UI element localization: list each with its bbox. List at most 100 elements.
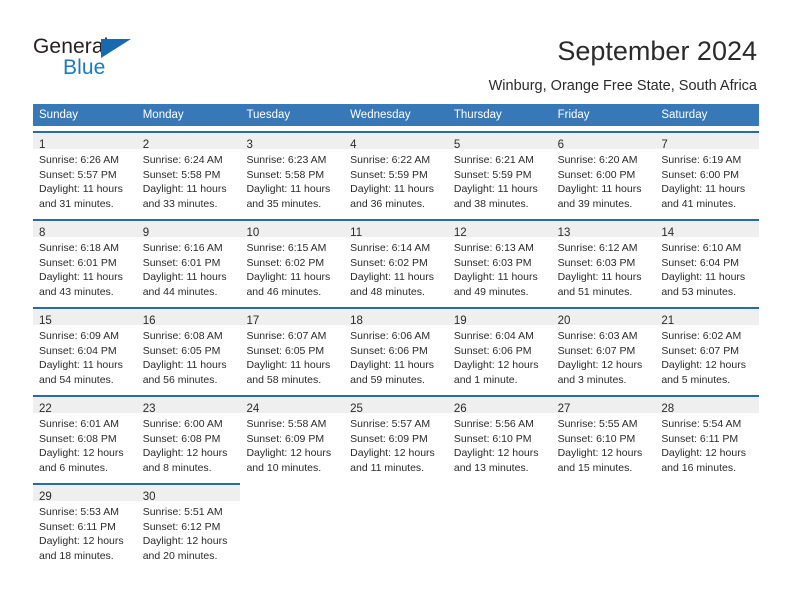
daylight-text-line1: Daylight: 11 hours bbox=[39, 271, 123, 284]
day-number-band: 20 bbox=[551, 309, 656, 327]
sunrise-text: Sunrise: 6:15 AM bbox=[246, 242, 327, 254]
day-number: 30 bbox=[142, 491, 156, 503]
day-cell[interactable]: 18 Sunrise: 6:06 AM Sunset: 6:06 PM Dayl… bbox=[344, 307, 448, 390]
sunset-text: Sunset: 6:12 PM bbox=[142, 520, 221, 533]
daylight-text-line1: Daylight: 11 hours bbox=[246, 183, 331, 196]
day-cell[interactable]: 23 Sunrise: 6:00 AM Sunset: 6:08 PM Dayl… bbox=[136, 395, 241, 478]
day-cell[interactable]: 30 Sunrise: 5:51 AM Sunset: 6:12 PM Dayl… bbox=[136, 483, 241, 566]
day-number: 14 bbox=[661, 227, 675, 239]
day-number-band: 4 bbox=[344, 133, 448, 151]
daylight-text-line1: Daylight: 11 hours bbox=[350, 183, 435, 196]
day-details: Sunrise: 6:18 AM Sunset: 6:01 PM Dayligh… bbox=[33, 237, 137, 299]
sunrise-text: Sunrise: 5:55 AM bbox=[557, 418, 638, 430]
day-number-band: 21 bbox=[655, 309, 760, 327]
day-number: 24 bbox=[246, 403, 260, 415]
sunset-text: Sunset: 6:08 PM bbox=[39, 432, 117, 445]
day-details: Sunrise: 6:12 AM Sunset: 6:03 PM Dayligh… bbox=[552, 237, 656, 299]
day-details: Sunrise: 6:07 AM Sunset: 6:05 PM Dayligh… bbox=[240, 325, 344, 387]
day-cell[interactable]: 7 Sunrise: 6:19 AM Sunset: 6:00 PM Dayli… bbox=[655, 131, 760, 214]
daylight-text-line1: Daylight: 12 hours bbox=[453, 359, 539, 372]
sunset-text: Sunset: 6:05 PM bbox=[142, 344, 221, 357]
daylight-text-line2: and 38 minutes. bbox=[453, 197, 529, 210]
day-number-band: 7 bbox=[655, 133, 760, 151]
day-number-band: 12 bbox=[447, 221, 552, 239]
day-number-band: 3 bbox=[240, 133, 345, 151]
day-number-band: 27 bbox=[551, 397, 656, 415]
day-cell[interactable]: 21 Sunrise: 6:02 AM Sunset: 6:07 PM Dayl… bbox=[655, 307, 760, 390]
sunset-text: Sunset: 6:04 PM bbox=[661, 256, 739, 269]
daylight-text-line2: and 51 minutes. bbox=[557, 285, 633, 298]
day-cell[interactable]: 22 Sunrise: 6:01 AM Sunset: 6:08 PM Dayl… bbox=[33, 395, 137, 478]
day-cell[interactable]: 16 Sunrise: 6:08 AM Sunset: 6:05 PM Dayl… bbox=[136, 307, 241, 390]
day-number: 2 bbox=[142, 139, 150, 151]
sunset-text: Sunset: 6:03 PM bbox=[557, 256, 636, 269]
sunrise-text: Sunrise: 6:23 AM bbox=[246, 154, 327, 166]
daylight-text-line1: Daylight: 11 hours bbox=[246, 271, 331, 284]
day-number: 5 bbox=[453, 139, 461, 151]
day-cell[interactable]: 27 Sunrise: 5:55 AM Sunset: 6:10 PM Dayl… bbox=[551, 395, 656, 478]
day-cell[interactable]: 13 Sunrise: 6:12 AM Sunset: 6:03 PM Dayl… bbox=[551, 219, 656, 302]
day-cell[interactable]: 20 Sunrise: 6:03 AM Sunset: 6:07 PM Dayl… bbox=[551, 307, 656, 390]
day-cell[interactable]: 17 Sunrise: 6:07 AM Sunset: 6:05 PM Dayl… bbox=[240, 307, 345, 390]
sunset-text: Sunset: 6:07 PM bbox=[661, 344, 739, 357]
day-cell[interactable]: 29 Sunrise: 5:53 AM Sunset: 6:11 PM Dayl… bbox=[33, 483, 137, 566]
sunset-text: Sunset: 6:06 PM bbox=[453, 344, 532, 357]
general-blue-logo[interactable]: General Blue bbox=[33, 36, 213, 82]
day-number: 9 bbox=[142, 227, 150, 239]
day-number-band: 1 bbox=[33, 133, 137, 151]
daylight-text-line2: and 48 minutes. bbox=[350, 285, 425, 298]
day-number: 16 bbox=[142, 315, 156, 327]
daylight-text-line2: and 8 minutes. bbox=[142, 461, 212, 474]
daylight-text-line2: and 36 minutes. bbox=[350, 197, 425, 210]
sunrise-text: Sunrise: 6:07 AM bbox=[246, 330, 327, 342]
day-cell[interactable]: 11 Sunrise: 6:14 AM Sunset: 6:02 PM Dayl… bbox=[344, 219, 448, 302]
day-cell[interactable]: 4 Sunrise: 6:22 AM Sunset: 5:59 PM Dayli… bbox=[344, 131, 448, 214]
weekday-sunday: Sunday bbox=[39, 109, 79, 121]
day-number-band bbox=[552, 485, 656, 501]
day-cell[interactable]: 19 Sunrise: 6:04 AM Sunset: 6:06 PM Dayl… bbox=[447, 307, 552, 390]
daylight-text-line1: Daylight: 11 hours bbox=[453, 183, 538, 196]
day-cell[interactable]: 6 Sunrise: 6:20 AM Sunset: 6:00 PM Dayli… bbox=[551, 131, 656, 214]
day-details: Sunrise: 6:08 AM Sunset: 6:05 PM Dayligh… bbox=[137, 325, 241, 387]
day-cell[interactable]: 2 Sunrise: 6:24 AM Sunset: 5:58 PM Dayli… bbox=[136, 131, 241, 214]
day-number-band: 13 bbox=[551, 221, 656, 239]
day-number-band: 23 bbox=[136, 397, 241, 415]
day-cell[interactable]: 28 Sunrise: 5:54 AM Sunset: 6:11 PM Dayl… bbox=[655, 395, 760, 478]
day-number: 25 bbox=[350, 403, 363, 415]
sunset-text: Sunset: 5:58 PM bbox=[246, 168, 325, 181]
day-cell[interactable]: 26 Sunrise: 5:56 AM Sunset: 6:10 PM Dayl… bbox=[447, 395, 552, 478]
daylight-text-line1: Daylight: 12 hours bbox=[39, 535, 124, 548]
day-cell[interactable]: 9 Sunrise: 6:16 AM Sunset: 6:01 PM Dayli… bbox=[136, 219, 241, 302]
day-number-band: 16 bbox=[136, 309, 241, 327]
daylight-text-line2: and 16 minutes. bbox=[661, 461, 737, 474]
day-number: 11 bbox=[350, 227, 363, 239]
sunrise-text: Sunrise: 5:58 AM bbox=[246, 418, 327, 430]
calendar-week-row: 8 Sunrise: 6:18 AM Sunset: 6:01 PM Dayli… bbox=[33, 219, 760, 302]
day-number-band: 17 bbox=[240, 309, 345, 327]
daylight-text-line1: Daylight: 11 hours bbox=[661, 271, 746, 284]
day-cell[interactable]: 25 Sunrise: 5:57 AM Sunset: 6:09 PM Dayl… bbox=[344, 395, 448, 478]
daylight-text-line1: Daylight: 12 hours bbox=[557, 359, 643, 372]
day-number-band: 30 bbox=[136, 485, 241, 503]
day-cell[interactable]: 24 Sunrise: 5:58 AM Sunset: 6:09 PM Dayl… bbox=[240, 395, 345, 478]
daylight-text-line1: Daylight: 11 hours bbox=[661, 183, 746, 196]
daylight-text-line1: Daylight: 11 hours bbox=[350, 271, 435, 284]
day-cell[interactable]: 8 Sunrise: 6:18 AM Sunset: 6:01 PM Dayli… bbox=[33, 219, 137, 302]
daylight-text-line2: and 10 minutes. bbox=[246, 461, 322, 474]
sunset-text: Sunset: 6:08 PM bbox=[142, 432, 221, 445]
day-cell[interactable]: 10 Sunrise: 6:15 AM Sunset: 6:02 PM Dayl… bbox=[240, 219, 345, 302]
day-cell[interactable]: 12 Sunrise: 6:13 AM Sunset: 6:03 PM Dayl… bbox=[447, 219, 552, 302]
sunset-text: Sunset: 6:09 PM bbox=[246, 432, 325, 445]
day-cell[interactable]: 15 Sunrise: 6:09 AM Sunset: 6:04 PM Dayl… bbox=[33, 307, 137, 390]
page-masthead: General Blue September 2024 Winburg, Ora… bbox=[0, 0, 792, 96]
daylight-text-line1: Daylight: 11 hours bbox=[39, 183, 123, 196]
day-cell[interactable]: 5 Sunrise: 6:21 AM Sunset: 5:59 PM Dayli… bbox=[447, 131, 552, 214]
day-number: 29 bbox=[39, 491, 52, 503]
day-cell[interactable]: 1 Sunrise: 6:26 AM Sunset: 5:57 PM Dayli… bbox=[33, 131, 137, 214]
sunrise-text: Sunrise: 6:10 AM bbox=[661, 242, 742, 254]
day-cell[interactable]: 14 Sunrise: 6:10 AM Sunset: 6:04 PM Dayl… bbox=[655, 219, 760, 302]
daylight-text-line2: and 33 minutes. bbox=[142, 197, 218, 210]
calendar-table: Sunday Monday Tuesday Wednesday Thursday… bbox=[33, 104, 760, 566]
day-cell[interactable]: 3 Sunrise: 6:23 AM Sunset: 5:58 PM Dayli… bbox=[240, 131, 345, 214]
sunrise-text: Sunrise: 5:53 AM bbox=[39, 506, 119, 518]
